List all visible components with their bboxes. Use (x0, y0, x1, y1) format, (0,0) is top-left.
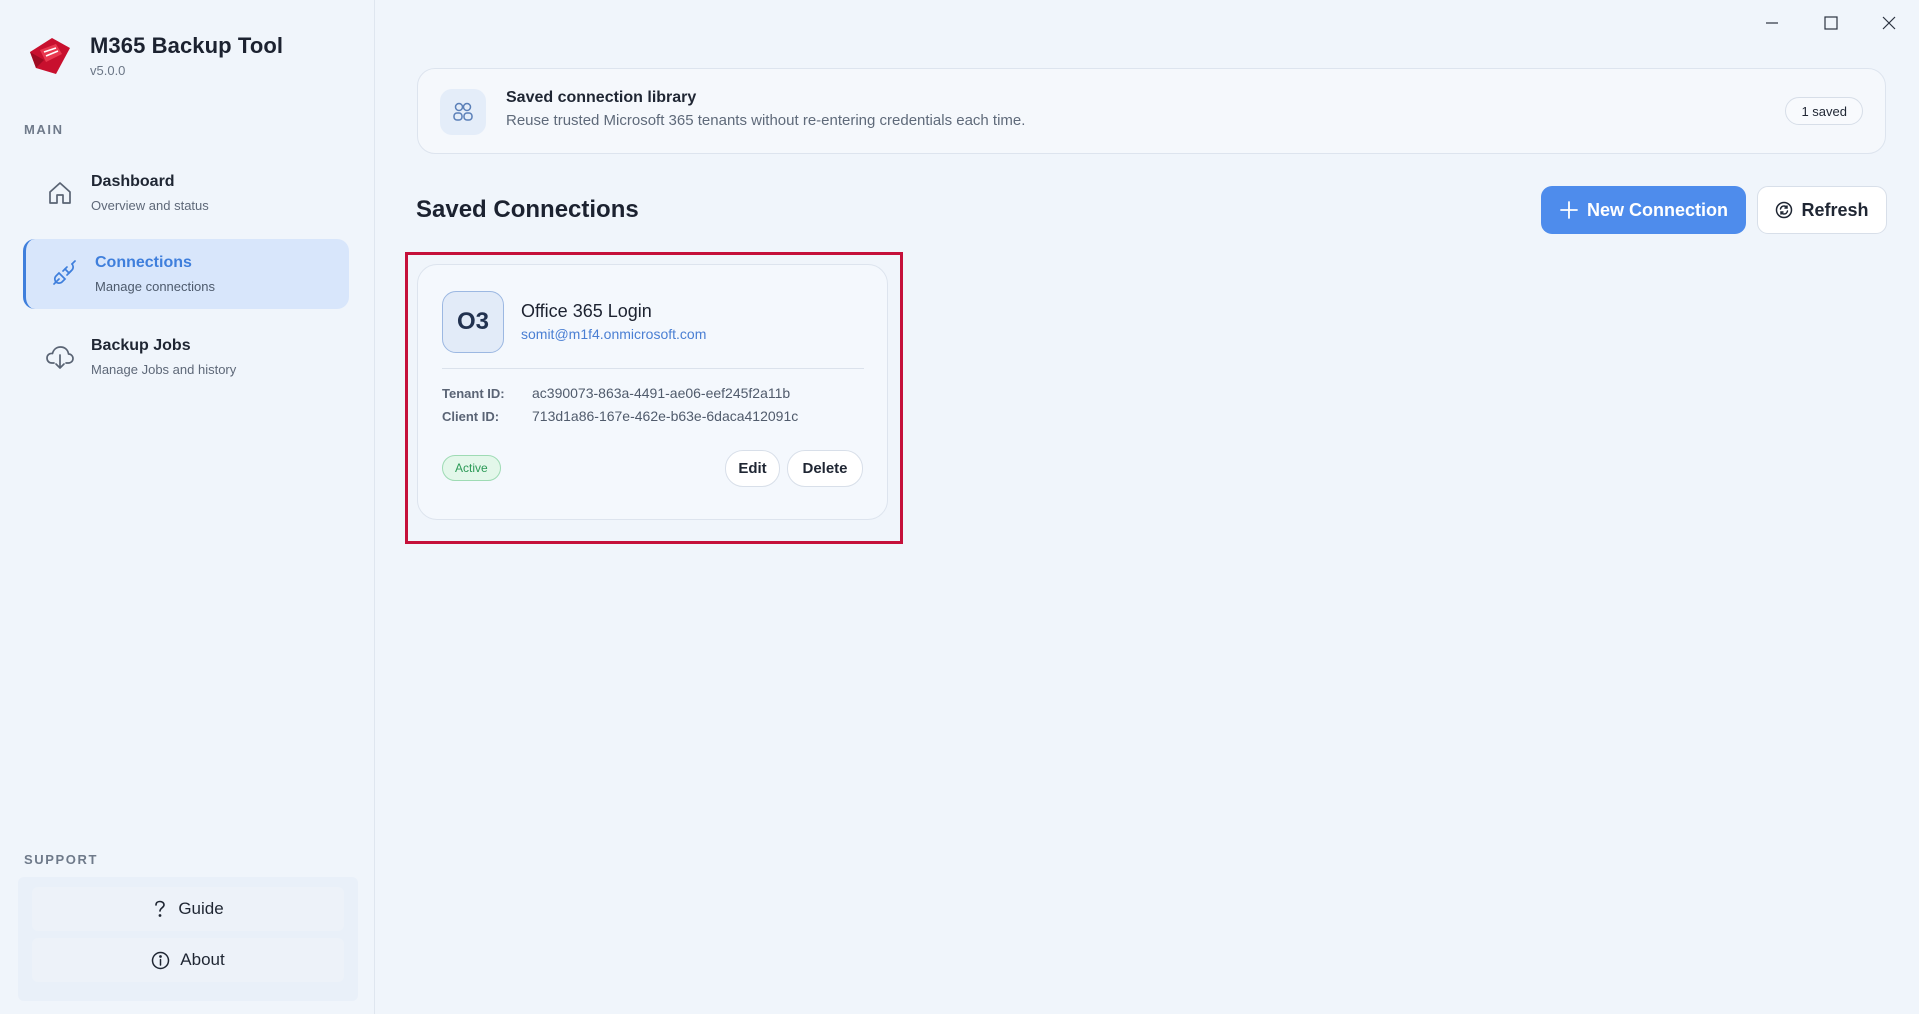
section-label-main: MAIN (24, 122, 64, 137)
connection-card[interactable]: O3 Office 365 Login somit@m1f4.onmicroso… (417, 264, 888, 520)
support-panel: Guide About (18, 877, 358, 1001)
home-icon (45, 178, 75, 208)
client-id-label: Client ID: (442, 409, 500, 424)
delete-button[interactable]: Delete (787, 450, 863, 487)
edit-button[interactable]: Edit (725, 450, 780, 487)
info-icon (151, 951, 170, 970)
client-id-value: 713d1a86-167e-462e-b63e-6daca412091c (532, 408, 799, 424)
tenant-id-value: ac390073-863a-4491-ae06-eef245f2a11b (532, 385, 791, 401)
plug-icon (49, 259, 79, 289)
question-icon (152, 900, 168, 918)
app-title: M365 Backup Tool (90, 33, 284, 58)
sidebar-item-backup-jobs[interactable]: Backup Jobs Manage Jobs and history (23, 322, 349, 392)
plus-icon (1559, 200, 1579, 220)
about-label: About (180, 950, 225, 969)
connection-avatar: O3 (442, 291, 504, 353)
connection-name: Office 365 Login (521, 301, 652, 321)
saved-count-badge: 1 saved (1785, 97, 1863, 125)
page-title: Saved Connections (416, 196, 639, 223)
library-banner: Saved connection library Reuse trusted M… (417, 68, 1886, 154)
banner-subtitle: Reuse trusted Microsoft 365 tenants with… (506, 112, 1026, 129)
sidebar-item-title: Backup Jobs (91, 337, 191, 354)
minimize-icon (1766, 22, 1778, 24)
users-icon (440, 89, 486, 135)
card-divider (442, 368, 864, 369)
section-label-support: SUPPORT (24, 852, 99, 867)
sidebar-item-title: Dashboard (91, 173, 175, 190)
guide-label: Guide (178, 899, 224, 918)
banner-title: Saved connection library (506, 89, 697, 106)
sidebar-item-subtitle: Manage connections (95, 279, 215, 294)
maximize-icon (1824, 16, 1838, 30)
sidebar: M365 Backup Tool v5.0.0 MAIN Dashboard O… (0, 0, 375, 1014)
app-version: v5.0.0 (90, 63, 126, 78)
close-icon (1882, 16, 1896, 30)
sidebar-item-dashboard[interactable]: Dashboard Overview and status (23, 158, 349, 228)
minimize-button[interactable] (1752, 10, 1792, 36)
guide-button[interactable]: Guide (32, 887, 344, 931)
sidebar-item-connections[interactable]: Connections Manage connections (23, 239, 349, 309)
connection-email: somit@m1f4.onmicrosoft.com (521, 326, 707, 342)
sidebar-item-subtitle: Overview and status (91, 198, 209, 213)
cloud-download-icon (45, 342, 75, 372)
refresh-label: Refresh (1801, 199, 1869, 220)
app-logo-icon (30, 38, 70, 74)
about-button[interactable]: About (32, 938, 344, 982)
sidebar-item-subtitle: Manage Jobs and history (91, 362, 237, 377)
new-connection-button[interactable]: New Connection (1541, 186, 1746, 234)
sidebar-item-title: Connections (95, 254, 192, 271)
status-badge: Active (442, 455, 501, 481)
refresh-icon (1775, 201, 1793, 219)
tenant-id-label: Tenant ID: (442, 386, 505, 401)
refresh-button[interactable]: Refresh (1757, 186, 1887, 234)
brand: M365 Backup Tool v5.0.0 (26, 30, 283, 78)
maximize-button[interactable] (1811, 10, 1851, 36)
close-window-button[interactable] (1869, 10, 1909, 36)
new-connection-label: New Connection (1586, 199, 1728, 220)
